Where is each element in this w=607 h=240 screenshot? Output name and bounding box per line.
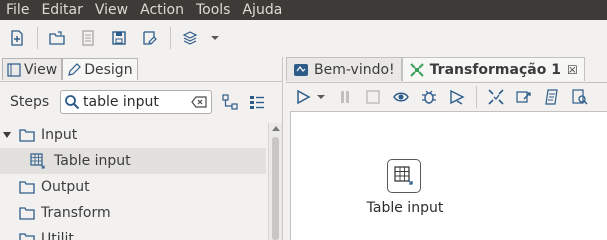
tree-item-label: Transform	[41, 205, 111, 221]
new-file-button[interactable]	[6, 27, 28, 49]
menubar: File Editar View Action Tools Ajuda	[0, 0, 607, 20]
play-icon	[297, 89, 311, 104]
verify-button[interactable]	[487, 88, 505, 106]
tab-welcome[interactable]: Bem-vindo!	[286, 57, 402, 81]
preview-button[interactable]	[392, 88, 410, 106]
menu-edit[interactable]: Editar	[35, 0, 88, 20]
left-panel: View Design Steps table input Input Tabl…	[0, 57, 283, 240]
canvas-step-table-input[interactable]	[387, 159, 421, 193]
transformation-canvas[interactable]: Table input	[290, 111, 607, 240]
transformation-toolbar	[286, 82, 607, 110]
explore-db-button[interactable]	[571, 88, 589, 106]
run-dropdown[interactable]	[316, 88, 326, 106]
welcome-icon	[294, 63, 308, 76]
new-file-icon	[11, 30, 23, 46]
dropdown-arrow-icon	[317, 94, 325, 99]
folder-icon	[19, 129, 35, 142]
folder-icon	[19, 181, 35, 194]
pencil-icon	[68, 62, 82, 76]
tree-scrollbar[interactable]	[268, 123, 282, 240]
menu-help[interactable]: Ajuda	[236, 0, 288, 20]
scrollbar-thumb[interactable]	[272, 137, 279, 240]
perspective-dropdown[interactable]	[210, 27, 220, 49]
tab-welcome-label: Bem-vindo!	[314, 61, 395, 78]
replay-icon	[450, 89, 465, 105]
tab-design[interactable]: Design	[62, 58, 138, 80]
table-input-icon	[30, 153, 45, 169]
canvas-step-label: Table input	[366, 200, 444, 216]
perspective-button[interactable]	[179, 27, 201, 49]
transformation-icon	[409, 62, 424, 77]
editor-tabs: Bem-vindo! Transformação 1 ☒	[286, 57, 607, 81]
stop-icon	[366, 89, 380, 104]
save-button[interactable]	[108, 27, 130, 49]
open-folder-icon	[49, 31, 65, 45]
table-input-icon	[394, 166, 413, 185]
steps-search-input[interactable]: table input	[60, 90, 212, 114]
menu-file[interactable]: File	[0, 0, 35, 20]
search-value: table input	[83, 94, 159, 110]
replay-button[interactable]	[448, 88, 466, 106]
open-button[interactable]	[46, 27, 68, 49]
menu-action[interactable]: Action	[134, 0, 190, 20]
pause-icon	[341, 90, 349, 103]
tree-item-label: Utilit	[41, 231, 74, 240]
steps-search-row: Steps table input	[0, 81, 283, 121]
left-panel-tabs: View Design	[2, 58, 138, 80]
tree-item-table-input[interactable]: Table input	[0, 148, 266, 174]
expanded-arrow-icon[interactable]	[2, 130, 12, 140]
tree-item-label: Output	[41, 179, 90, 195]
tab-transformation-label: Transformação 1	[429, 61, 561, 78]
tab-design-label: Design	[84, 61, 133, 78]
verify-icon	[488, 88, 504, 105]
repository-icon	[82, 30, 94, 46]
toolbar-separator	[476, 85, 477, 108]
bug-icon	[422, 90, 436, 104]
tab-view-label: View	[24, 61, 58, 78]
steps-label: Steps	[10, 93, 50, 110]
steps-tree: Input Table input Output Transform Utili…	[0, 123, 268, 240]
tab-view[interactable]: View	[2, 58, 63, 80]
sql-button[interactable]	[543, 88, 561, 106]
collapse-all-icon[interactable]	[222, 94, 238, 110]
debug-button[interactable]	[420, 88, 438, 106]
tab-transformation[interactable]: Transformação 1 ☒	[401, 57, 585, 81]
tree-item-utility[interactable]: Utilit	[0, 226, 266, 240]
search-icon	[65, 95, 80, 110]
tree-item-transform[interactable]: Transform	[0, 200, 266, 226]
tree-item-output[interactable]: Output	[0, 174, 266, 200]
expand-all-icon[interactable]	[249, 94, 265, 110]
menu-tools[interactable]: Tools	[190, 0, 237, 20]
menu-view[interactable]: View	[89, 0, 134, 20]
run-button[interactable]	[294, 88, 312, 106]
save-as-icon	[143, 31, 157, 45]
tree-item-input[interactable]: Input	[0, 122, 266, 148]
layers-icon	[182, 31, 198, 45]
impact-button[interactable]	[515, 88, 533, 106]
toolbar-separator	[170, 27, 171, 49]
dropdown-arrow-icon	[211, 36, 219, 40]
close-tab-icon[interactable]: ☒	[567, 63, 578, 77]
save-as-button[interactable]	[139, 27, 161, 49]
scroll-up-icon[interactable]	[272, 125, 280, 133]
view-icon	[7, 62, 21, 77]
main-toolbar	[0, 20, 607, 56]
folder-icon	[19, 233, 35, 240]
script-icon	[545, 88, 558, 105]
db-search-icon	[572, 88, 588, 105]
explore-repository-button[interactable]	[77, 27, 99, 49]
impact-icon	[516, 90, 531, 103]
tree-item-label: Table input	[54, 153, 131, 169]
eye-icon	[393, 92, 409, 101]
clear-search-icon[interactable]	[191, 96, 207, 108]
tree-item-label: Input	[41, 127, 78, 143]
stop-button[interactable]	[364, 88, 382, 106]
folder-icon	[19, 207, 35, 220]
save-icon	[112, 31, 126, 45]
pause-button[interactable]	[336, 88, 354, 106]
toolbar-separator	[37, 27, 38, 49]
editor-area: Bem-vindo! Transformação 1 ☒ Table input	[286, 57, 607, 240]
